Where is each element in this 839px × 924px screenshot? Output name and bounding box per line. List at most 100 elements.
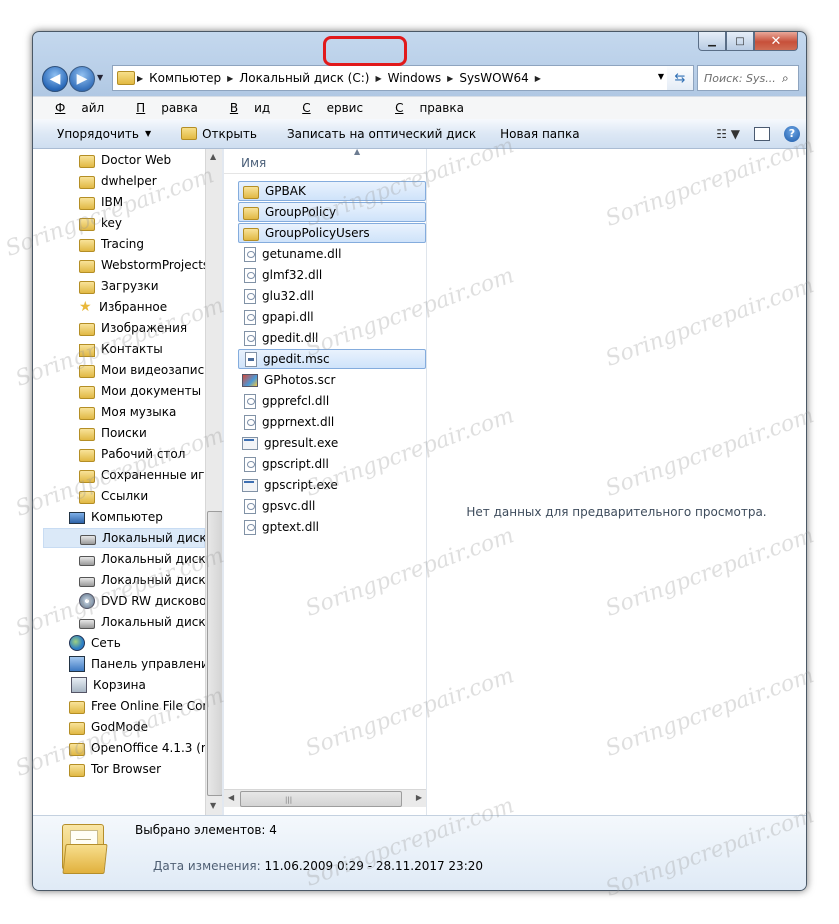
file-row[interactable]: gpprefcl.dll	[238, 391, 426, 411]
breadcrumb-windows[interactable]: Windows	[384, 67, 446, 89]
nav-item[interactable]: Поиски	[79, 423, 147, 443]
chevron-right-icon[interactable]: ▶	[445, 74, 455, 83]
column-header-name[interactable]: Имя ▲	[224, 147, 426, 174]
nav-item[interactable]: Tor Browser	[69, 759, 161, 779]
videos-icon	[79, 364, 95, 378]
nav-item[interactable]: Сеть	[69, 633, 121, 653]
breadcrumb-computer[interactable]: Компьютер	[145, 67, 225, 89]
nav-item-label: Контакты	[101, 342, 163, 356]
open-button[interactable]: Открыть	[161, 120, 267, 147]
close-button[interactable]: ✕	[754, 32, 798, 51]
burn-button[interactable]: Записать на оптический диск	[267, 120, 486, 147]
chevron-right-icon[interactable]: ▶	[225, 74, 235, 83]
file-row[interactable]: getuname.dll	[238, 244, 426, 264]
dll-file-icon	[244, 288, 256, 304]
scroll-up-icon[interactable]: ▲	[210, 152, 216, 161]
nav-item[interactable]: Корзина	[69, 675, 146, 695]
nav-item[interactable]: Контакты	[79, 339, 163, 359]
nav-item[interactable]: Панель управления	[69, 654, 205, 674]
nav-item[interactable]: Изображения	[79, 318, 187, 338]
menu-help[interactable]: Справка	[379, 101, 480, 115]
new-folder-button[interactable]: Новая папка	[486, 120, 589, 147]
links-icon	[79, 490, 95, 504]
file-name: glu32.dll	[262, 289, 314, 303]
search-input[interactable]: Поиск: Sys... ⌕	[697, 65, 799, 91]
nav-item[interactable]: Сохраненные игры	[79, 465, 205, 485]
recent-pages-dropdown[interactable]: ▼	[97, 73, 103, 82]
menu-file[interactable]: Файл	[39, 101, 120, 115]
file-row[interactable]: GroupPolicyUsers	[238, 223, 426, 243]
nav-item[interactable]: DVD RW дисковод (F:)	[79, 591, 205, 611]
help-icon[interactable]: ?	[784, 125, 800, 142]
chevron-right-icon[interactable]: ▶	[135, 74, 145, 83]
file-scroll-thumb[interactable]: |||	[240, 791, 402, 807]
minimize-button[interactable]: ▁	[698, 32, 726, 51]
nav-item[interactable]: ★ Избранное	[79, 297, 167, 317]
nav-item[interactable]: Doctor Web	[79, 150, 171, 170]
scroll-down-icon[interactable]: ▼	[210, 801, 216, 810]
preview-pane-button[interactable]	[754, 126, 770, 141]
dll-file-icon	[244, 519, 256, 535]
refresh-button[interactable]: ⇆	[667, 65, 694, 91]
nav-item[interactable]: Моя музыка	[79, 402, 176, 422]
file-row[interactable]: gptext.dll	[238, 517, 426, 537]
file-row[interactable]: gpscript.dll	[238, 454, 426, 474]
file-row[interactable]: gpresult.exe	[238, 433, 426, 453]
nav-item[interactable]: Локальный диск (E:)	[79, 570, 205, 590]
nav-item[interactable]: OpenOffice 4.1.3 (ru)	[69, 738, 205, 758]
nav-item[interactable]: dwhelper	[79, 171, 157, 191]
menu-view[interactable]: Вид	[214, 101, 286, 115]
file-row[interactable]: gpedit.dll	[238, 328, 426, 348]
menu-tools[interactable]: Сервис	[286, 101, 379, 115]
file-row[interactable]: gpapi.dll	[238, 307, 426, 327]
view-mode-icon[interactable]: ☷ ▼	[716, 127, 740, 141]
file-row[interactable]: glmf32.dll	[238, 265, 426, 285]
nav-item[interactable]: Локальный диск (D:)	[79, 549, 205, 569]
scroll-right-icon[interactable]: ▶	[416, 793, 422, 802]
nav-item[interactable]: Tracing	[79, 234, 144, 254]
nav-item[interactable]: Локальный диск (Y:)	[79, 612, 205, 632]
nav-item[interactable]: key	[79, 213, 122, 233]
organize-button[interactable]: Упорядочить ▼	[33, 120, 161, 147]
menu-edit[interactable]: Правка	[120, 101, 214, 115]
nav-item[interactable]: Free Online File Conversion	[69, 696, 205, 716]
nav-scroll-thumb[interactable]	[207, 511, 223, 796]
file-row[interactable]: gpedit.msc	[238, 349, 426, 369]
breadcrumb-syswow64[interactable]: SysWOW64	[455, 67, 532, 89]
menu-tools-label: ервис	[326, 101, 364, 115]
file-row[interactable]: glu32.dll	[238, 286, 426, 306]
chevron-right-icon[interactable]: ▶	[533, 74, 543, 83]
nav-item[interactable]: Загрузки	[79, 276, 159, 296]
file-row[interactable]: GPBAK	[238, 181, 426, 201]
chevron-down-icon[interactable]: ▼	[658, 72, 664, 81]
file-row[interactable]: GroupPolicy	[238, 202, 426, 222]
maximize-button[interactable]: □	[726, 32, 754, 51]
file-row[interactable]: gpscript.exe	[238, 475, 426, 495]
breadcrumb-drive-c[interactable]: Локальный диск (C:)	[235, 67, 373, 89]
nav-item[interactable]: Локальный диск (C:)	[43, 528, 205, 548]
scroll-left-icon[interactable]: ◀	[228, 793, 234, 802]
dll-file-icon	[244, 267, 256, 283]
file-row[interactable]: gpsvc.dll	[238, 496, 426, 516]
folder-icon	[69, 721, 85, 735]
nav-item[interactable]: Мои видеозаписи	[79, 360, 205, 380]
nav-item[interactable]: GodMode	[69, 717, 148, 737]
file-row[interactable]: gpprnext.dll	[238, 412, 426, 432]
nav-vertical-scrollbar[interactable]: ▲ ▼	[205, 149, 223, 815]
nav-item[interactable]: IBM	[79, 192, 123, 212]
nav-item[interactable]: Рабочий стол	[79, 444, 185, 464]
back-button[interactable]: ◀	[42, 66, 68, 92]
nav-item[interactable]: Мои документы	[79, 381, 201, 401]
search-icon[interactable]: ⌕	[782, 71, 798, 86]
forward-button[interactable]: ▶	[69, 66, 95, 92]
nav-item[interactable]: Ссылки	[79, 486, 148, 506]
file-row[interactable]: GPhotos.scr	[238, 370, 426, 390]
menu-help-label: правка	[419, 101, 464, 115]
folder-icon	[79, 238, 95, 252]
file-name: gpapi.dll	[262, 310, 314, 324]
nav-item[interactable]: Компьютер	[69, 507, 163, 527]
nav-item[interactable]: WebstormProjects	[79, 255, 205, 275]
file-horizontal-scrollbar[interactable]: ◀ ||| ▶	[224, 789, 426, 807]
address-bar[interactable]: ▶ Компьютер ▶ Локальный диск (C:) ▶ Wind…	[112, 65, 669, 91]
chevron-right-icon[interactable]: ▶	[373, 74, 383, 83]
